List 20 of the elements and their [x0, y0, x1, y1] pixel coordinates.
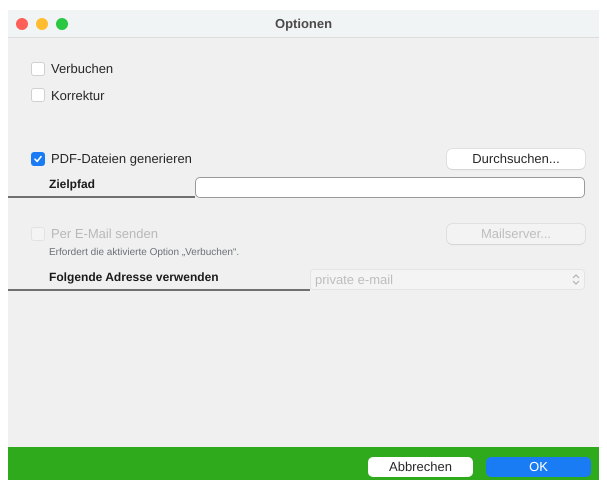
checkbox-label: Verbuchen: [51, 60, 114, 78]
hint-text: Erfordert die aktivierte Option „Verbuchen“.: [48, 246, 240, 260]
ok-button[interactable]: OK: [486, 456, 591, 476]
checkbox[interactable]: [31, 62, 45, 76]
checkbox-label: Korrektur: [51, 86, 104, 104]
checkbox[interactable]: [31, 152, 45, 166]
checkmark-icon: [33, 154, 43, 164]
close-icon[interactable]: [16, 18, 28, 30]
field-label: Zielpfad: [8, 175, 195, 198]
maximize-icon[interactable]: [56, 18, 68, 30]
checkbox-label: PDF-Dateien generieren: [51, 150, 192, 168]
cancel-button[interactable]: Abbrechen: [368, 456, 473, 476]
checkbox[interactable]: [31, 88, 45, 102]
chevron-updown-icon: [572, 274, 580, 285]
path-field[interactable]: [195, 177, 585, 198]
window-title: Optionen: [274, 14, 332, 33]
minimize-icon[interactable]: [36, 18, 48, 30]
field-label: Folgende Adresse verwenden: [8, 268, 310, 291]
checkbox-label: Per E-Mail senden: [51, 225, 158, 244]
button[interactable]: Durchsuchen...: [447, 149, 585, 169]
